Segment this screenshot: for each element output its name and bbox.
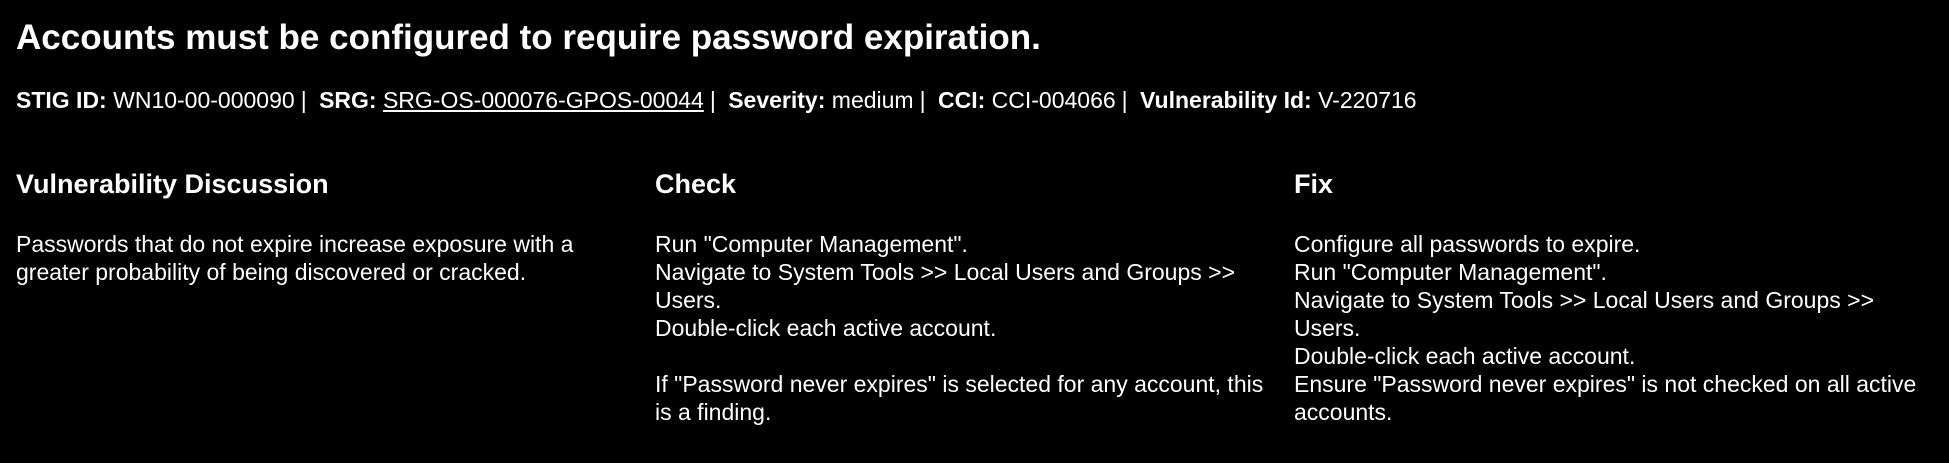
check-body: Run "Computer Management". Navigate to S… xyxy=(655,230,1282,426)
fix-line: Configure all passwords to expire. xyxy=(1294,231,1641,257)
check-line: Double-click each active account. xyxy=(655,315,997,341)
separator: | xyxy=(709,87,716,113)
fix-column: Fix Configure all passwords to expire. R… xyxy=(1294,168,1933,426)
rule-metadata: STIG ID: WN10-00-000090 | SRG: SRG-OS-000… xyxy=(16,86,1933,114)
fix-heading: Fix xyxy=(1294,169,1334,199)
discussion-text: Passwords that do not expire increase ex… xyxy=(16,231,574,285)
fix-line: Navigate to System Tools >> Local Users … xyxy=(1294,287,1874,341)
vulnerability-id-value: V-220716 xyxy=(1318,87,1417,113)
discussion-heading: Vulnerability Discussion xyxy=(16,169,329,199)
check-line: Run "Computer Management". xyxy=(655,231,968,257)
severity-label: Severity: xyxy=(728,87,826,113)
fix-body: Configure all passwords to expire. Run "… xyxy=(1294,230,1921,426)
fix-line: Ensure "Password never expires" is not c… xyxy=(1294,371,1917,425)
fix-line: Run "Computer Management". xyxy=(1294,259,1607,285)
rule-columns: Vulnerability Discussion Passwords that … xyxy=(16,168,1933,426)
separator: | xyxy=(1121,87,1128,113)
stig-id-value: WN10-00-000090 xyxy=(113,87,295,113)
separator: | xyxy=(919,87,926,113)
check-heading: Check xyxy=(655,169,737,199)
vulnerability-id-label: Vulnerability Id: xyxy=(1140,87,1312,113)
stig-rule-page: Accounts must be configured to require p… xyxy=(0,0,1949,463)
severity-value: medium xyxy=(831,87,914,113)
discussion-column: Vulnerability Discussion Passwords that … xyxy=(16,168,655,426)
check-finding: If "Password never expires" is selected … xyxy=(655,371,1264,425)
srg-link[interactable]: SRG-OS-000076-GPOS-00044 xyxy=(383,87,704,113)
stig-id-label: STIG ID: xyxy=(16,87,107,113)
cci-value: CCI-004066 xyxy=(991,87,1116,113)
separator: | xyxy=(300,87,307,113)
srg-label: SRG: xyxy=(319,87,377,113)
page-title: Accounts must be configured to require p… xyxy=(16,18,1041,57)
cci-label: CCI: xyxy=(937,87,986,113)
discussion-body: Passwords that do not expire increase ex… xyxy=(16,230,643,286)
check-column: Check Run "Computer Management". Navigat… xyxy=(655,168,1294,426)
check-line: Navigate to System Tools >> Local Users … xyxy=(655,259,1235,313)
fix-line: Double-click each active account. xyxy=(1294,343,1636,369)
